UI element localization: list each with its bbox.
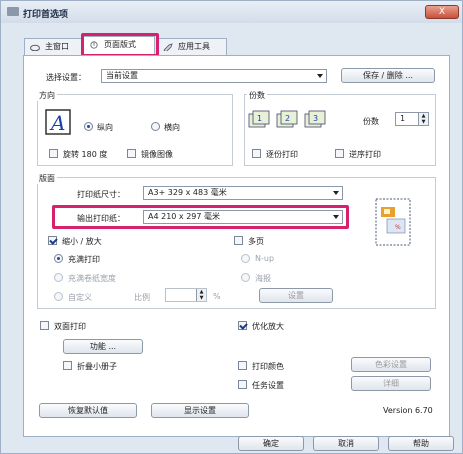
cancel-button[interactable]: 取消: [313, 436, 379, 451]
print-color-checkbox[interactable]: [238, 361, 247, 370]
version-label: Version 6.70: [383, 406, 433, 415]
rotate-180-checkbox[interactable]: [49, 149, 58, 158]
chevron-down-icon: [317, 74, 323, 78]
select-settings-label: 选择设置：: [46, 73, 86, 82]
orientation-title: 方向: [37, 90, 57, 101]
multipage-checkbox[interactable]: [234, 236, 243, 245]
copies-title: 份数: [247, 90, 267, 101]
layout-title: 版面: [37, 173, 57, 184]
print-color-label: 打印颜色: [252, 362, 284, 371]
portrait-radio[interactable]: [84, 122, 93, 131]
window-title: 打印首选项: [23, 10, 69, 20]
svg-text:1: 1: [257, 114, 262, 123]
collate-pages-icon: 1 2 3: [248, 110, 326, 128]
fit-page-label: 充满打印: [68, 255, 100, 264]
poster-label: 海报: [255, 274, 271, 283]
show-settings-button[interactable]: 显示设置: [151, 403, 249, 418]
fit-roll-radio[interactable]: [54, 273, 63, 282]
restore-defaults-button[interactable]: 恢复默认值: [39, 403, 137, 418]
duplex-checkbox[interactable]: [40, 321, 49, 330]
collate-checkbox[interactable]: [252, 149, 261, 158]
reduce-enlarge-label: 缩小 / 放大: [62, 237, 102, 246]
save-delete-button[interactable]: 保存 / 删除 ...: [341, 68, 435, 83]
job-settings-checkbox[interactable]: [238, 380, 247, 389]
collate-label: 逐份打印: [266, 150, 298, 159]
rotate-180-label: 旋转 180 度: [63, 150, 108, 159]
scale-spinner[interactable]: ▲ ▼: [196, 289, 206, 301]
utility-icon: [163, 43, 173, 51]
nup-radio[interactable]: [241, 254, 250, 263]
fit-roll-label: 充满卷纸宽度: [68, 274, 116, 283]
poster-radio[interactable]: [241, 273, 250, 282]
landscape-label: 横向: [164, 123, 180, 132]
job-details-button[interactable]: 详细: [351, 376, 431, 391]
reverse-order-checkbox[interactable]: [335, 149, 344, 158]
job-settings-label: 任务设置: [252, 381, 284, 390]
chevron-down-icon: [333, 191, 339, 195]
svg-text:3: 3: [313, 114, 318, 123]
printer-icon: [7, 7, 19, 16]
duplex-label: 双面打印: [54, 322, 86, 331]
scale-input[interactable]: ▲ ▼: [165, 288, 207, 302]
paper-size-value: A3+ 329 x 483 毫米: [148, 188, 227, 197]
folded-booklet-label: 折叠小册子: [77, 362, 117, 371]
paper-size-dropdown[interactable]: A3+ 329 x 483 毫米: [143, 186, 343, 200]
copies-value: 1: [400, 114, 406, 123]
reverse-order-label: 逆序打印: [349, 150, 381, 159]
copies-label: 份数: [363, 117, 379, 126]
nup-label: N-up: [255, 254, 275, 263]
color-settings-button[interactable]: 色彩设置: [351, 357, 431, 372]
fit-page-radio[interactable]: [54, 254, 63, 263]
optimize-enlarge-checkbox[interactable]: [238, 321, 247, 330]
page-preview-icon: %: [375, 198, 411, 246]
copies-input[interactable]: 1 ▲ ▼: [395, 112, 429, 126]
close-button[interactable]: X: [425, 5, 459, 19]
mirror-image-label: 镜像图像: [141, 150, 173, 159]
print-preferences-window: 打印首选项 X 主窗口 页面版式 应用工具 选择设置： 当前设置 保存 / 删除…: [0, 0, 463, 454]
mirror-image-checkbox[interactable]: [127, 149, 136, 158]
portrait-label: 纵向: [97, 123, 113, 132]
reduce-enlarge-checkbox[interactable]: [48, 236, 57, 245]
tab-highlight: [81, 33, 159, 57]
select-settings-value: 当前设置: [106, 71, 138, 80]
title-bar: 打印首选项 X: [1, 1, 462, 23]
folded-booklet-checkbox[interactable]: [63, 361, 72, 370]
custom-scale-label: 自定义: [68, 293, 92, 302]
svg-text:A: A: [49, 111, 65, 135]
main-window-icon: [30, 44, 40, 51]
paper-size-label: 打印纸尺寸：: [77, 190, 125, 199]
tab-main[interactable]: 主窗口: [24, 38, 82, 55]
select-settings-dropdown[interactable]: 当前设置: [101, 69, 327, 83]
optimize-enlarge-label: 优化放大: [252, 322, 284, 331]
tab-utility-label: 应用工具: [178, 42, 210, 51]
tab-utility[interactable]: 应用工具: [157, 38, 227, 55]
copies-spinner[interactable]: ▲ ▼: [418, 113, 428, 125]
svg-text:2: 2: [285, 114, 290, 123]
percent-label: %: [213, 292, 221, 301]
multipage-settings-button[interactable]: 设置: [259, 288, 333, 303]
multipage-label: 多页: [248, 237, 264, 246]
svg-text:%: %: [395, 224, 401, 231]
output-paper-highlight: [52, 205, 349, 229]
tab-main-label: 主窗口: [45, 42, 69, 51]
portrait-preview-icon: A: [45, 109, 71, 135]
scale-label: 比例: [134, 293, 150, 302]
custom-scale-radio[interactable]: [54, 292, 63, 301]
landscape-radio[interactable]: [151, 122, 160, 131]
help-button[interactable]: 帮助: [388, 436, 454, 451]
ok-button[interactable]: 确定: [238, 436, 304, 451]
duplex-function-button[interactable]: 功能 ...: [63, 339, 143, 354]
